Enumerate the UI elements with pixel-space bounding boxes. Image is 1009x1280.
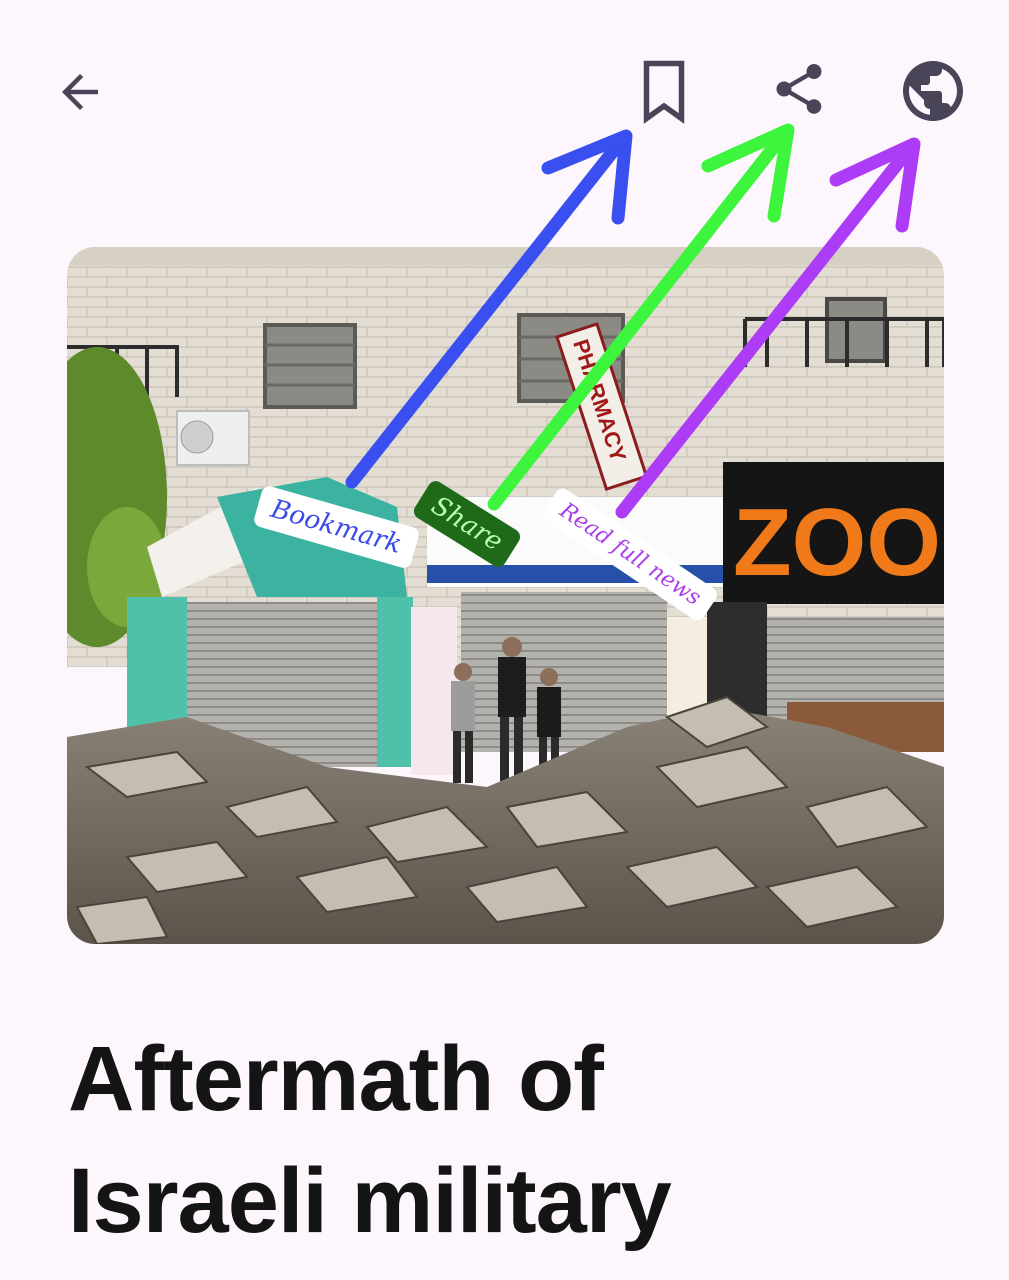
headline-line-1: Aftermath of [68, 1028, 604, 1130]
zoo-sign: ZOO [733, 489, 941, 596]
back-button[interactable] [48, 60, 112, 124]
bookmark-icon [643, 60, 685, 124]
globe-icon [903, 61, 963, 121]
top-app-bar [0, 0, 1009, 180]
bookmark-button[interactable] [632, 56, 696, 126]
street-scene-illustration: PHARMACY ZOO [67, 247, 944, 944]
article-headline: Aftermath of Israeli military [68, 1018, 968, 1262]
article-image: PHARMACY ZOO [67, 247, 944, 944]
headline-line-2: Israeli military [68, 1150, 672, 1252]
open-in-browser-button[interactable] [896, 54, 970, 128]
share-button[interactable] [766, 56, 832, 122]
arrow-left-icon [62, 74, 98, 110]
share-icon [776, 64, 822, 114]
